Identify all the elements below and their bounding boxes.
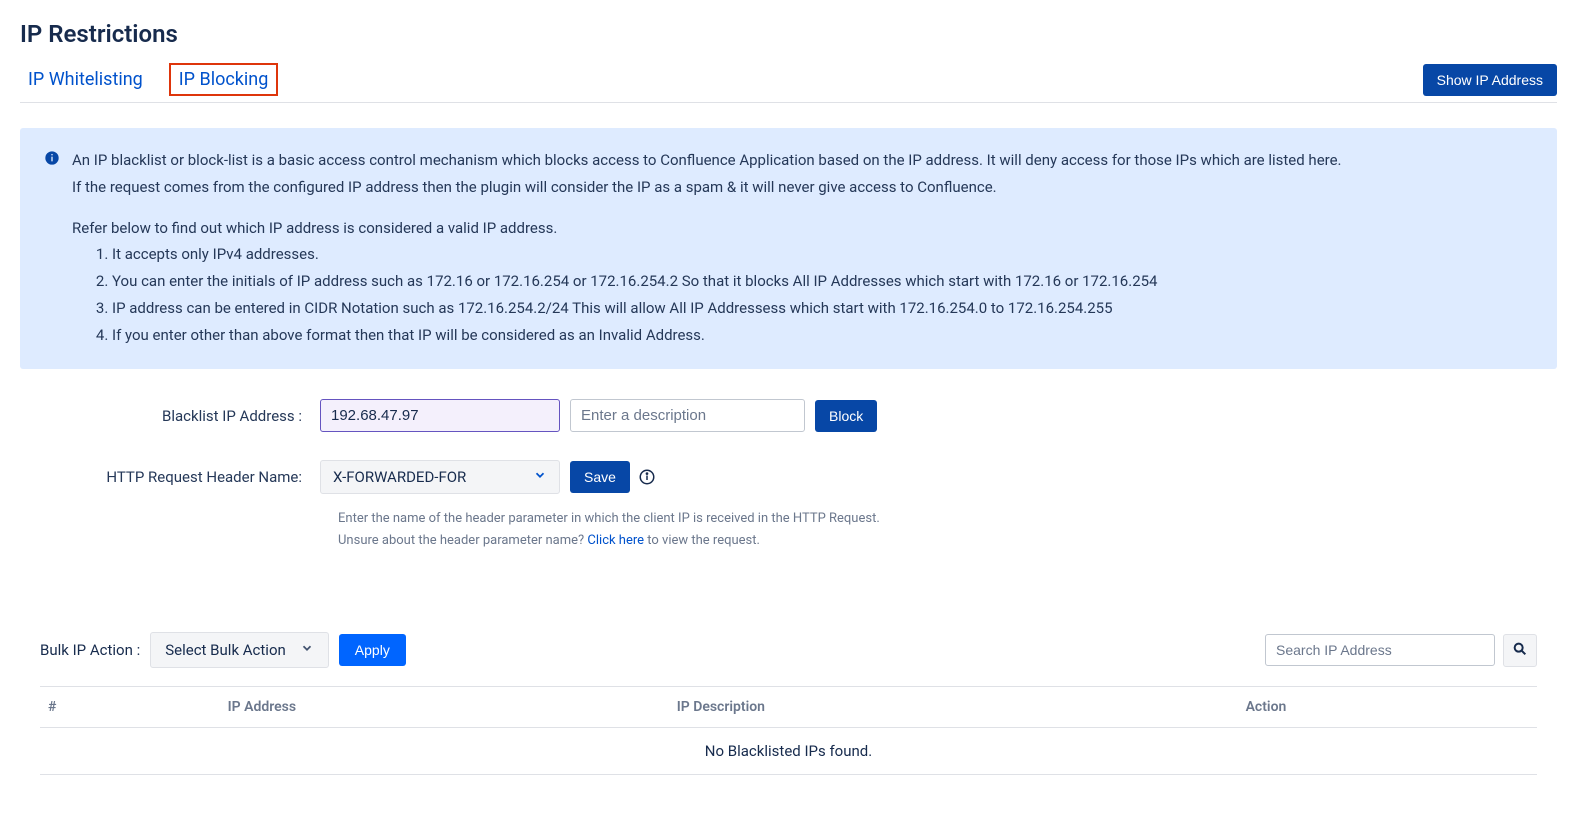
chevron-down-icon <box>300 641 314 659</box>
info-list-item: You can enter the initials of IP address… <box>112 269 1342 294</box>
col-ip-address: IP Address <box>220 687 669 728</box>
search-wrap <box>1265 634 1537 667</box>
info-text-1: An IP blacklist or block-list is a basic… <box>72 148 1342 173</box>
blacklist-ip-input[interactable] <box>320 399 560 432</box>
info-list-item: IP address can be entered in CIDR Notati… <box>112 296 1342 321</box>
header-name-row: HTTP Request Header Name: X-FORWARDED-FO… <box>20 460 1557 494</box>
helper-line-2: Unsure about the header parameter name? … <box>338 530 1557 552</box>
info-list-item: It accepts only IPv4 addresses. <box>112 242 1342 267</box>
helper-line-1: Enter the name of the header parameter i… <box>338 508 1557 530</box>
form-area: Blacklist IP Address : Block HTTP Reques… <box>20 399 1557 552</box>
tab-ip-whitelisting[interactable]: IP Whitelisting <box>20 65 151 94</box>
col-description: IP Description <box>669 687 1238 728</box>
helper-text-part: to view the request. <box>644 533 760 548</box>
header-name-value: X-FORWARDED-FOR <box>333 468 466 486</box>
bulk-action-area: Bulk IP Action : Select Bulk Action Appl… <box>20 632 1557 775</box>
bulk-action-label: Bulk IP Action : <box>40 641 140 659</box>
search-ip-input[interactable] <box>1265 634 1495 666</box>
col-number: # <box>40 687 220 728</box>
help-icon[interactable] <box>638 468 656 486</box>
helper-text: Enter the name of the header parameter i… <box>338 508 1557 552</box>
apply-button[interactable]: Apply <box>339 634 406 666</box>
header-name-select[interactable]: X-FORWARDED-FOR <box>320 460 560 494</box>
bulk-select-value: Select Bulk Action <box>165 641 286 659</box>
info-body: An IP blacklist or block-list is a basic… <box>72 148 1342 349</box>
save-button[interactable]: Save <box>570 461 630 493</box>
search-button[interactable] <box>1503 634 1537 667</box>
info-icon <box>44 150 60 170</box>
info-list: It accepts only IPv4 addresses. You can … <box>112 242 1342 347</box>
info-text-2: If the request comes from the configured… <box>72 175 1342 200</box>
blacklist-ip-row: Blacklist IP Address : Block <box>20 399 1557 432</box>
header-name-label: HTTP Request Header Name: <box>20 468 320 486</box>
bulk-row: Bulk IP Action : Select Bulk Action Appl… <box>40 632 1537 668</box>
tabs: IP Whitelisting IP Blocking <box>20 63 278 96</box>
empty-message: No Blacklisted IPs found. <box>40 728 1537 775</box>
bulk-left: Bulk IP Action : Select Bulk Action Appl… <box>40 632 406 668</box>
ip-table: # IP Address IP Description Action No Bl… <box>40 686 1537 775</box>
click-here-link[interactable]: Click here <box>587 533 644 548</box>
info-text-3: Refer below to find out which IP address… <box>72 216 1342 241</box>
table-empty-row: No Blacklisted IPs found. <box>40 728 1537 775</box>
tab-ip-blocking[interactable]: IP Blocking <box>169 63 279 96</box>
chevron-down-icon <box>533 468 547 486</box>
table-header-row: # IP Address IP Description Action <box>40 687 1537 728</box>
blacklist-ip-label: Blacklist IP Address : <box>20 407 320 425</box>
description-input[interactable] <box>570 399 805 432</box>
info-panel: An IP blacklist or block-list is a basic… <box>20 128 1557 369</box>
search-icon <box>1512 641 1528 660</box>
show-ip-address-button[interactable]: Show IP Address <box>1423 64 1557 96</box>
col-action: Action <box>1238 687 1537 728</box>
block-button[interactable]: Block <box>815 400 877 432</box>
page-title: IP Restrictions <box>20 20 1557 48</box>
tab-header-row: IP Whitelisting IP Blocking Show IP Addr… <box>20 63 1557 103</box>
info-list-item: If you enter other than above format the… <box>112 323 1342 348</box>
bulk-action-select[interactable]: Select Bulk Action <box>150 632 329 668</box>
helper-text-part: Unsure about the header parameter name? <box>338 533 587 548</box>
